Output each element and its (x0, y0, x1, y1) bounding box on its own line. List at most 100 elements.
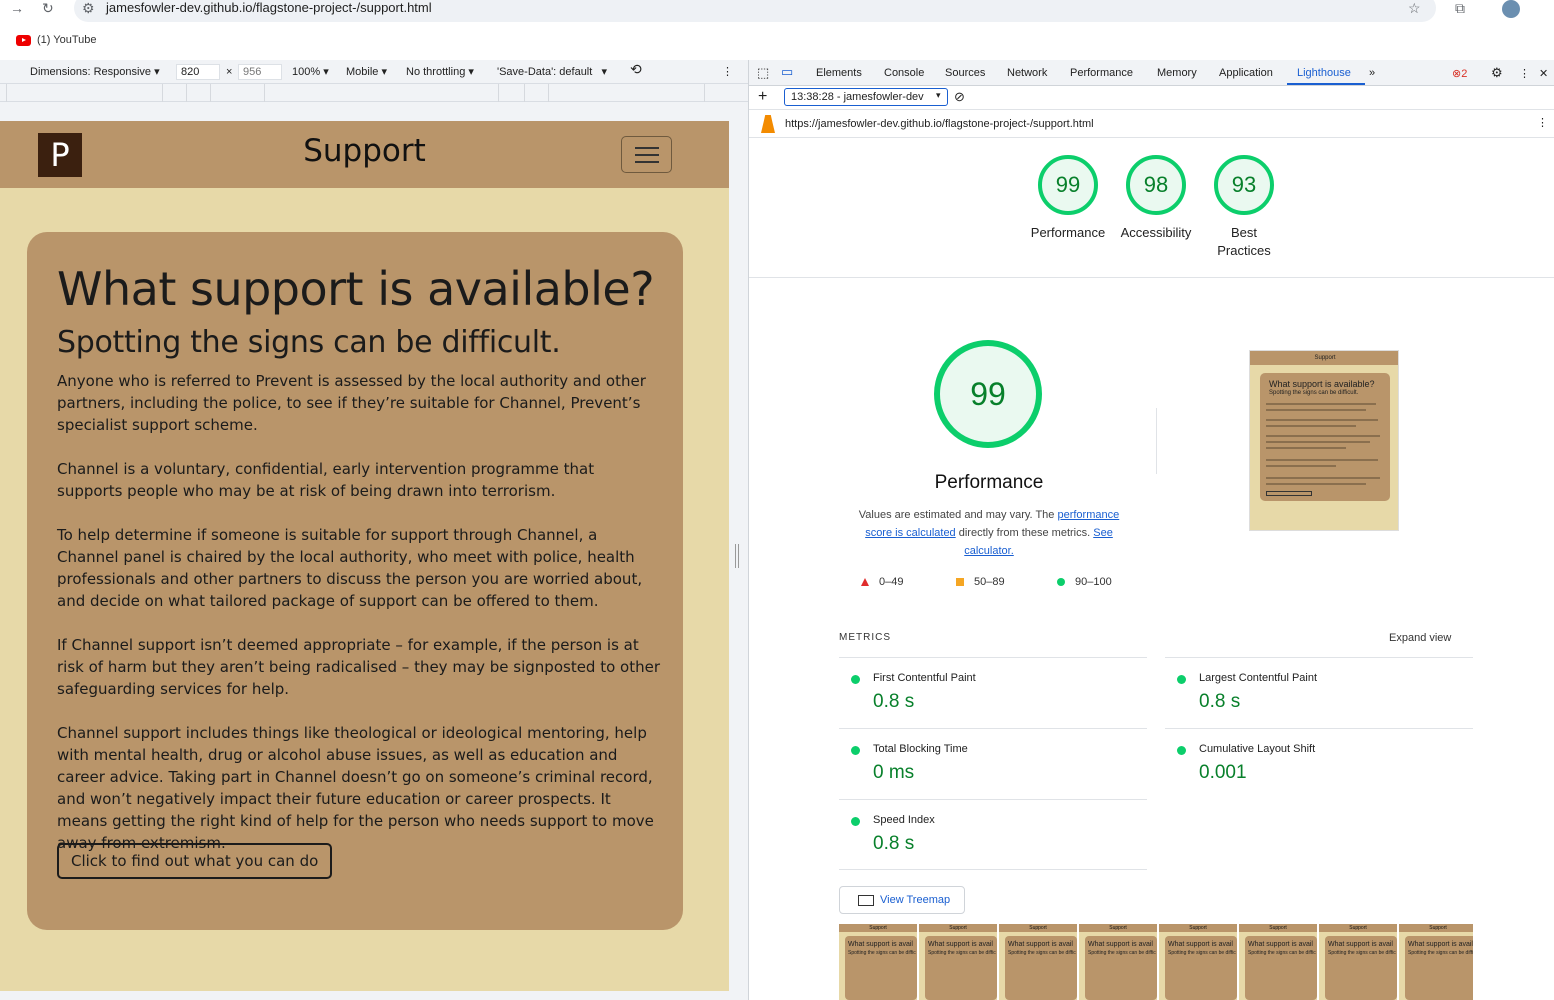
lighthouse-icon (761, 115, 775, 133)
metric-lcp: Largest Contentful Paint 0.8 s (1165, 657, 1473, 728)
pass-circle-icon (1177, 675, 1186, 684)
metric-tbt: Total Blocking Time 0 ms (839, 728, 1147, 799)
frame-nav: Support (1319, 924, 1397, 932)
frame-heading: What support is avail (1408, 941, 1473, 948)
filmstrip-frame: Support What support is avail Spotting the… (1399, 924, 1473, 1000)
metric-name: Total Blocking Time (873, 743, 968, 755)
filmstrip-frame: Support What support is avail Spotting the… (1159, 924, 1237, 1000)
metric-name: Cumulative Layout Shift (1199, 743, 1316, 755)
frame-heading: What support is avail (1168, 941, 1233, 948)
paragraph: Anyone who is referred to Prevent is ass… (57, 372, 646, 434)
expand-view-button[interactable]: Expand view (1389, 632, 1451, 644)
error-badge[interactable]: ⊗2 (1452, 67, 1467, 80)
tab-console[interactable]: Console (884, 67, 924, 79)
tab-elements[interactable]: Elements (816, 67, 862, 79)
metric-name: First Contentful Paint (873, 672, 976, 684)
clear-icon[interactable]: ⊘ (954, 89, 965, 105)
device-toggle-icon[interactable]: ▭ (781, 64, 793, 80)
pass-circle-icon (851, 746, 860, 755)
profile-avatar[interactable] (1502, 0, 1520, 18)
width-input[interactable]: 820 (176, 64, 220, 80)
devtools-menu-icon[interactable]: ⋮ (1519, 67, 1530, 80)
pass-circle-icon (1057, 578, 1065, 586)
zoom-select[interactable]: 100% ▾ (292, 66, 329, 78)
settings-icon[interactable]: ⚙ (1491, 65, 1503, 81)
site-settings-icon[interactable]: ⚙ (82, 0, 95, 16)
menu-toggle-button[interactable] (621, 136, 672, 173)
height-input[interactable]: 956 (238, 64, 282, 80)
thumb-card: What support is available? Spotting the … (1260, 373, 1390, 501)
frame-card: What support is avail Spotting the signs … (1245, 936, 1317, 1000)
savedata-label: 'Save-Data': default (497, 66, 593, 78)
tab-memory[interactable]: Memory (1157, 67, 1197, 79)
tab-application[interactable]: Application (1219, 67, 1273, 79)
more-icon[interactable]: ⋮ (722, 66, 733, 78)
mode-label: Mobile (346, 66, 379, 78)
treemap-label: View Treemap (880, 894, 951, 906)
filmstrip: Support What support is avail Spotting the… (839, 924, 1473, 1000)
tab-sources[interactable]: Sources (945, 67, 985, 79)
frame-card: What support is avail Spotting the signs … (1005, 936, 1077, 1000)
active-tab-indicator (1287, 83, 1365, 85)
frame-subheading: Spotting the signs can be diffic (1408, 950, 1473, 956)
performance-gauge[interactable]: 99 (1038, 155, 1098, 215)
best-practices-gauge[interactable]: 93 (1214, 155, 1274, 215)
chevron-down-icon: ▾ (936, 90, 941, 100)
frame-card: What support is avail Spotting the signs … (1325, 936, 1397, 1000)
throttle-label: No throttling (406, 66, 466, 78)
times-icon: × (226, 66, 233, 78)
address-bar[interactable]: ⚙ jamesfowler-dev.github.io/flagstone-pr… (74, 0, 1436, 22)
throttle-select[interactable]: No throttling ▾ (406, 66, 474, 78)
report-label: 13:38:28 - jamesfowler-dev (791, 91, 924, 103)
accessibility-gauge[interactable]: 98 (1126, 155, 1186, 215)
mode-select[interactable]: Mobile ▾ (346, 66, 387, 78)
star-icon[interactable]: ☆ (1408, 0, 1421, 16)
dimensions-select[interactable]: Dimensions: Responsive ▾ (30, 66, 160, 78)
new-report-icon[interactable]: + (758, 88, 767, 106)
tab-network[interactable]: Network (1007, 67, 1047, 79)
close-icon[interactable]: ✕ (1539, 67, 1548, 80)
paragraph: To help determine if someone is suitable… (57, 526, 643, 610)
youtube-icon (16, 34, 31, 46)
url-text: jamesfowler-dev.github.io/flagstone-proj… (106, 0, 432, 15)
performance-title: Performance (934, 472, 1044, 493)
find-out-button[interactable]: Click to find out what you can do (57, 843, 333, 879)
frame-nav: Support (999, 924, 1077, 932)
dimensions-label: Dimensions: Responsive (30, 66, 152, 78)
thumb-nav: Support (1250, 351, 1398, 365)
resize-handle[interactable] (735, 544, 739, 568)
final-screenshot[interactable]: Support What support is available? Spott… (1249, 350, 1399, 531)
fail-triangle-icon (861, 578, 869, 586)
bookmark-youtube[interactable]: (1) YouTube (16, 34, 97, 46)
tab-performance[interactable]: Performance (1070, 67, 1133, 79)
frame-card: What support is avail Spotting the signs … (1085, 936, 1157, 1000)
forward-icon[interactable]: → (10, 0, 24, 16)
frame-nav: Support (1399, 924, 1473, 932)
pass-circle-icon (851, 675, 860, 684)
report-select[interactable]: 13:38:28 - jamesfowler-dev (784, 88, 948, 106)
inspect-icon[interactable]: ⬚ (757, 65, 769, 81)
tab-lighthouse[interactable]: Lighthouse (1297, 67, 1351, 79)
legend-fail: 0–49 (861, 576, 903, 588)
metric-si: Speed Index 0.8 s (839, 799, 1147, 870)
more-tabs-icon[interactable]: » (1369, 67, 1375, 79)
legend-label: 0–49 (879, 576, 904, 588)
divider (1156, 408, 1157, 474)
legend-average: 50–89 (956, 576, 1005, 588)
devtools-tabbar: ⬚ ▭ Elements Console Sources Network Per… (749, 60, 1554, 86)
savedata-select[interactable]: 'Save-Data': default ▾ (497, 66, 607, 78)
performance-description: Values are estimated and may vary. The p… (847, 506, 1131, 560)
metrics-header: METRICS (839, 632, 891, 643)
reload-icon[interactable]: ↻ (42, 0, 54, 16)
thumb-heading: What support is available? (1269, 379, 1375, 389)
rotate-icon[interactable]: ⟲ (630, 62, 642, 76)
extensions-icon[interactable]: ⧉ (1455, 0, 1465, 16)
report-menu-icon[interactable]: ⋮ (1537, 116, 1548, 129)
paragraph: Channel is a voluntary, confidential, ea… (57, 460, 595, 500)
hamburger-bar (635, 154, 659, 156)
view-treemap-button[interactable]: View Treemap (839, 886, 965, 914)
desc-text: directly from these metrics. (955, 527, 1094, 539)
devtools-panel: ⬚ ▭ Elements Console Sources Network Per… (748, 60, 1554, 1000)
frame-nav: Support (1239, 924, 1317, 932)
metric-fcp: First Contentful Paint 0.8 s (839, 657, 1147, 728)
